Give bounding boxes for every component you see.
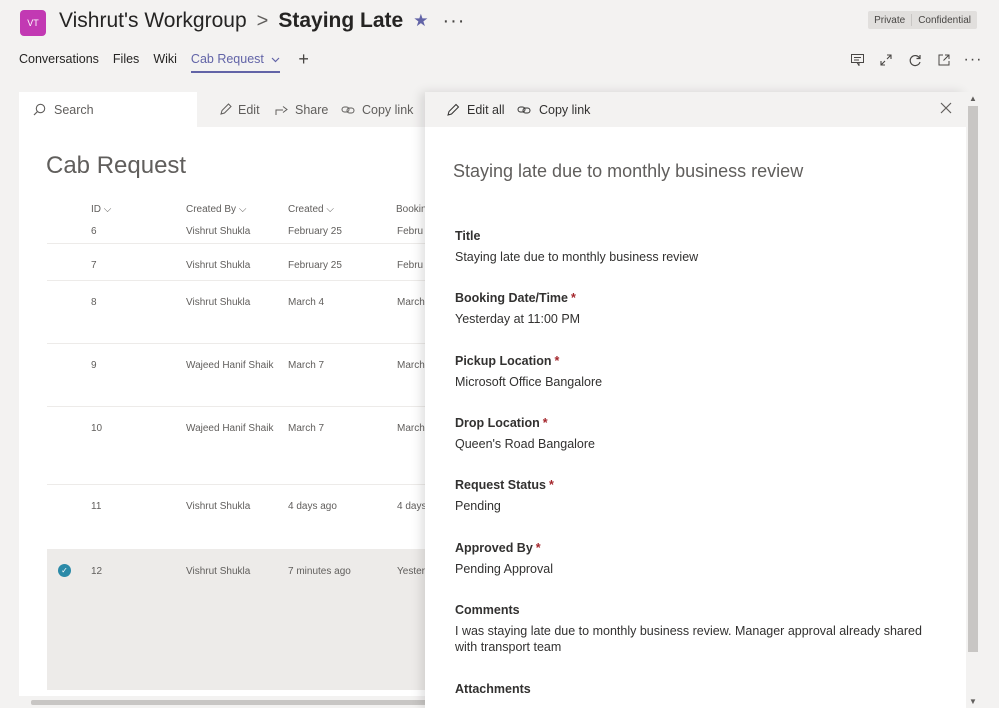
- edit-label: Edit: [238, 102, 260, 117]
- pencil-icon: [447, 103, 460, 116]
- column-header-created-by[interactable]: Created By ⌵: [186, 204, 246, 215]
- field-label: Booking Date/Time *: [455, 291, 576, 305]
- expand-icon[interactable]: [878, 52, 894, 68]
- edit-all-button[interactable]: Edit all: [446, 92, 505, 127]
- scrollbar-thumb[interactable]: [31, 700, 431, 705]
- search-box[interactable]: Search: [19, 92, 197, 127]
- scrollbar-thumb[interactable]: [968, 106, 978, 652]
- field-value[interactable]: Queen's Road Bangalore: [455, 436, 945, 452]
- tab-conversations[interactable]: Conversations: [19, 52, 99, 73]
- conversation-icon[interactable]: [849, 52, 865, 68]
- item-detail-panel: Edit all Copy link Staying late due to m…: [425, 92, 966, 708]
- copy-link-button[interactable]: Copy link: [341, 92, 413, 127]
- field-attachments[interactable]: Attachments: [455, 682, 945, 702]
- required-marker: *: [542, 416, 548, 430]
- edit-all-label: Edit all: [467, 102, 505, 117]
- horizontal-scrollbar[interactable]: [19, 696, 439, 708]
- panel-command-bar: Edit all Copy link: [425, 92, 966, 127]
- table-row[interactable]: 9 Wajeed Hanif Shaik March 7 March: [47, 344, 439, 407]
- privacy-label: Private: [874, 14, 906, 26]
- field-request-status[interactable]: Request Status * Pending: [455, 478, 945, 514]
- required-marker: *: [535, 541, 541, 555]
- link-icon: [517, 106, 531, 113]
- star-icon[interactable]: ★: [413, 11, 428, 31]
- team-avatar[interactable]: VT: [20, 10, 46, 36]
- table-row[interactable]: 6 Vishrut Shukla February 25 Febru: [47, 226, 439, 244]
- tab-toolbar: ···: [849, 51, 982, 68]
- checkmark-icon[interactable]: ✓: [58, 564, 71, 577]
- field-value[interactable]: I was staying late due to monthly busine…: [455, 623, 945, 655]
- tab-cab-request[interactable]: Cab Request: [190, 52, 281, 73]
- share-button[interactable]: Share: [275, 92, 328, 127]
- tab-cab-request-label: Cab Request: [190, 52, 264, 66]
- refresh-icon[interactable]: [907, 52, 923, 68]
- table-row[interactable]: 7 Vishrut Shukla February 25 Febru: [47, 244, 439, 281]
- field-label: Title: [455, 229, 481, 243]
- tab-files[interactable]: Files: [113, 52, 139, 73]
- field-value[interactable]: Yesterday at 11:00 PM: [455, 311, 945, 327]
- vertical-scrollbar[interactable]: ▲ ▼: [966, 92, 980, 708]
- column-header-created[interactable]: Created ⌵: [288, 204, 334, 215]
- table-row-selected[interactable]: ✓ 12 Vishrut Shukla 7 minutes ago Yester: [47, 550, 439, 690]
- search-icon: [33, 103, 46, 116]
- field-label: Request Status *: [455, 478, 554, 492]
- chevron-down-icon: ⌵: [326, 204, 334, 215]
- channel-tabs: Conversations Files Wiki Cab Request +: [19, 50, 309, 73]
- field-pickup-location[interactable]: Pickup Location * Microsoft Office Bangal…: [455, 354, 945, 390]
- channel-name: Staying Late: [278, 9, 404, 32]
- copy-link-label: Copy link: [539, 102, 591, 117]
- copy-link-label: Copy link: [362, 102, 414, 117]
- list-body: 6 Vishrut Shukla February 25 Febru 7 Vis…: [19, 226, 439, 696]
- field-value[interactable]: Staying late due to monthly business rev…: [455, 249, 945, 265]
- field-approved-by[interactable]: Approved By * Pending Approval: [455, 541, 945, 577]
- field-label: Approved By *: [455, 541, 541, 555]
- share-label: Share: [295, 102, 329, 117]
- field-drop-location[interactable]: Drop Location * Queen's Road Bangalore: [455, 416, 945, 452]
- field-booking-datetime[interactable]: Booking Date/Time * Yesterday at 11:00 PM: [455, 291, 945, 327]
- search-input[interactable]: Search: [54, 103, 94, 117]
- field-label: Comments: [455, 603, 520, 617]
- command-bar: Search Edit Share Copy link: [19, 92, 439, 127]
- classification-label: Confidential: [918, 14, 971, 26]
- list-title: Cab Request: [46, 152, 187, 179]
- field-comments[interactable]: Comments I was staying late due to month…: [455, 603, 945, 655]
- breadcrumb-separator: >: [256, 9, 269, 32]
- table-row[interactable]: 11 Vishrut Shukla 4 days ago 4 days: [47, 485, 439, 550]
- open-external-icon[interactable]: [936, 52, 952, 68]
- list-pane: Search Edit Share Copy link Cab Request …: [19, 92, 439, 708]
- column-header-booking[interactable]: Bookin: [396, 204, 427, 215]
- scroll-up-icon[interactable]: ▲: [969, 94, 977, 103]
- edit-button[interactable]: Edit: [219, 92, 260, 127]
- field-value[interactable]: Pending Approval: [455, 561, 945, 577]
- tab-wiki[interactable]: Wiki: [153, 52, 177, 73]
- close-icon[interactable]: [940, 101, 952, 119]
- link-icon: [341, 106, 355, 113]
- required-marker: *: [554, 354, 560, 368]
- team-name[interactable]: Vishrut's Workgroup: [59, 9, 247, 33]
- required-marker: *: [549, 478, 554, 492]
- sensitivity-label: Private Confidential: [868, 11, 977, 29]
- add-tab-icon[interactable]: +: [298, 50, 309, 73]
- item-title: Staying late due to monthly business rev…: [453, 161, 804, 181]
- scroll-down-icon[interactable]: ▼: [969, 697, 977, 706]
- copy-link-button[interactable]: Copy link: [517, 92, 590, 127]
- field-title[interactable]: Title Staying late due to monthly busine…: [455, 229, 945, 265]
- field-value[interactable]: Pending: [455, 498, 945, 514]
- breadcrumb: Vishrut's Workgroup > Staying Late ★ ···: [59, 9, 465, 33]
- field-value[interactable]: Microsoft Office Bangalore: [455, 374, 945, 390]
- table-row[interactable]: 10 Wajeed Hanif Shaik March 7 March: [47, 407, 439, 485]
- chevron-down-icon: ⌵: [103, 204, 112, 215]
- share-icon: [275, 105, 288, 115]
- chevron-down-icon[interactable]: [271, 57, 280, 63]
- table-row[interactable]: 8 Vishrut Shukla March 4 March: [47, 281, 439, 344]
- field-label: Attachments: [455, 682, 531, 696]
- pencil-icon: [220, 103, 232, 115]
- required-marker: *: [570, 291, 576, 305]
- more-icon[interactable]: ···: [964, 51, 982, 68]
- field-label: Pickup Location *: [455, 354, 560, 368]
- column-header-id[interactable]: ID ⌵: [91, 204, 111, 215]
- chevron-down-icon: ⌵: [238, 204, 247, 215]
- field-label: Drop Location *: [455, 416, 548, 430]
- more-options-icon[interactable]: ···: [442, 10, 465, 33]
